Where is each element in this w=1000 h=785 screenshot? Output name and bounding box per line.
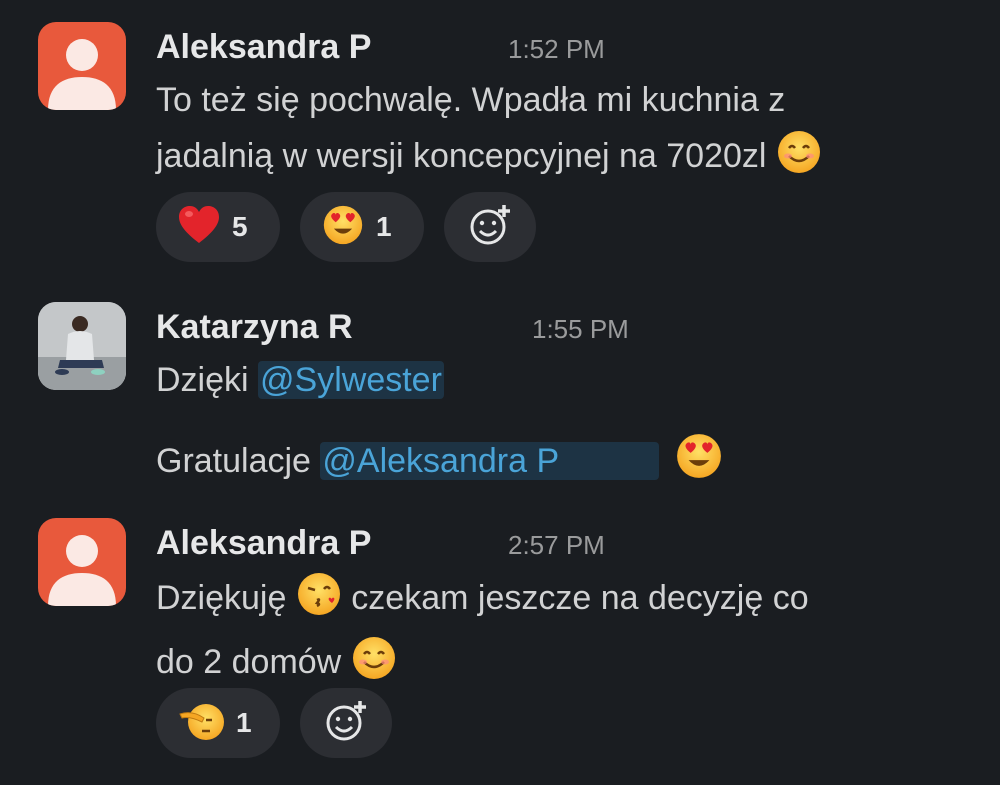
saluting-face-icon bbox=[178, 700, 224, 747]
timestamp[interactable]: 2:57 PM bbox=[508, 530, 605, 561]
add-reaction-button[interactable] bbox=[444, 192, 536, 262]
user-mention[interactable]: @Aleksandra P bbox=[320, 442, 660, 480]
author-name[interactable]: Katarzyna R bbox=[156, 308, 353, 347]
message-text: To też się pochwalę. Wpadła mi kuchnia z… bbox=[156, 72, 822, 192]
author-name[interactable]: Aleksandra P bbox=[156, 28, 371, 67]
red-heart-icon bbox=[178, 205, 220, 250]
reactions-bar: 5 1 bbox=[156, 192, 536, 262]
heart-eyes-icon bbox=[322, 204, 364, 251]
reaction-count: 5 bbox=[232, 211, 248, 242]
avatar[interactable] bbox=[38, 22, 126, 110]
reaction-heart-eyes[interactable]: 1 bbox=[300, 192, 424, 262]
message-feed: Aleksandra P 1:52 PM To też się pochwalę… bbox=[0, 0, 1000, 785]
kissing-face-icon bbox=[296, 571, 342, 634]
add-emoji-icon bbox=[324, 699, 368, 748]
message-text: Dziękuję czekam jeszcze na decyzję co do… bbox=[156, 570, 809, 698]
user-mention[interactable]: @Sylwester bbox=[258, 361, 444, 399]
heart-eyes-icon bbox=[675, 432, 723, 497]
author-name[interactable]: Aleksandra P bbox=[156, 524, 371, 563]
default-user-icon bbox=[48, 535, 116, 606]
timestamp[interactable]: 1:52 PM bbox=[508, 34, 605, 65]
user-photo-icon bbox=[38, 302, 126, 390]
message-line: jadalnią w wersji koncepcyjnej na 7020zl bbox=[156, 128, 822, 192]
add-emoji-icon bbox=[468, 203, 512, 252]
message-line: Gratulacje @Aleksandra P bbox=[156, 432, 723, 497]
avatar[interactable] bbox=[38, 302, 126, 390]
message-text: Dzięki @Sylwester Gratulacje @Aleksandra… bbox=[156, 352, 723, 497]
message-line: To też się pochwalę. Wpadła mi kuchnia z bbox=[156, 81, 786, 119]
add-reaction-button[interactable] bbox=[300, 688, 392, 758]
default-user-icon bbox=[48, 39, 116, 110]
reaction-count: 1 bbox=[236, 707, 252, 738]
smiling-face-icon bbox=[776, 129, 822, 192]
reactions-bar: 1 bbox=[156, 688, 392, 758]
reaction-count: 1 bbox=[376, 211, 392, 242]
reaction-saluting-face[interactable]: 1 bbox=[156, 688, 280, 758]
reaction-heart[interactable]: 5 bbox=[156, 192, 280, 262]
timestamp[interactable]: 1:55 PM bbox=[532, 314, 629, 345]
avatar[interactable] bbox=[38, 518, 126, 606]
message-line: Dziękuję czekam jeszcze na decyzję co bbox=[156, 570, 809, 634]
message-line: Dzięki @Sylwester bbox=[156, 361, 444, 399]
